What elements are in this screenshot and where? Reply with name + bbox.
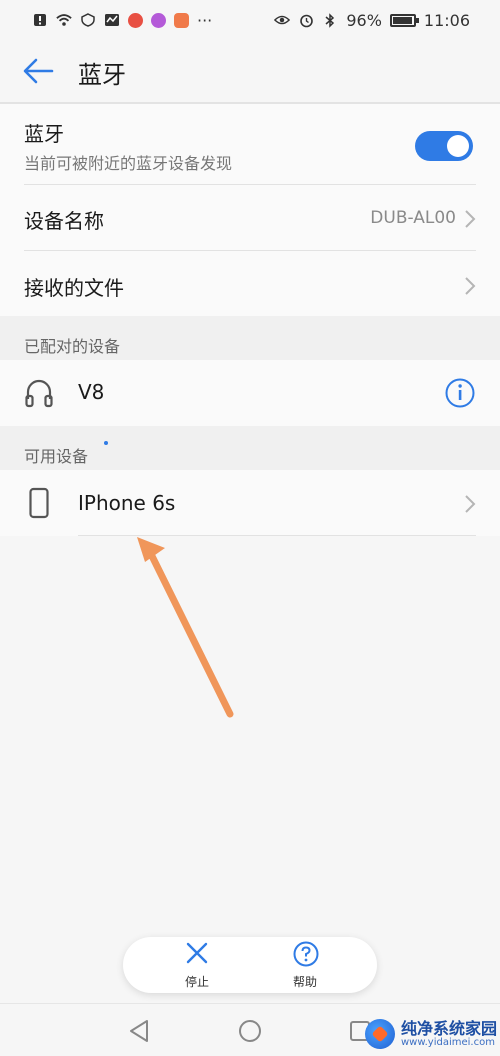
watermark-text: 纯净系统家园 www.yidaimei.com	[401, 1020, 497, 1049]
info-icon	[445, 378, 475, 408]
alarm-icon	[298, 12, 314, 28]
scanning-indicator-icon	[104, 441, 108, 445]
chevron-right-icon	[465, 495, 476, 513]
paired-devices-title: 已配对的设备	[24, 337, 121, 356]
available-devices-title: 可用设备	[24, 447, 89, 466]
help-icon	[293, 941, 319, 967]
eye-icon	[274, 12, 291, 28]
bottom-action-bar: 停止 帮助	[123, 937, 377, 993]
alert-icon	[32, 12, 48, 28]
paired-device-name: V8	[78, 380, 105, 404]
paired-devices-list: V8	[0, 360, 500, 426]
status-bar: ··· 96% 11:06	[0, 0, 500, 40]
available-devices-list: IPhone 6s	[0, 470, 500, 536]
paired-devices-header: 已配对的设备	[0, 316, 500, 360]
bluetooth-status-icon	[322, 12, 338, 28]
nav-back-icon[interactable]	[125, 1016, 155, 1046]
close-icon	[186, 942, 208, 964]
chevron-right-icon	[465, 277, 476, 295]
headphones-icon	[25, 379, 53, 408]
site-watermark: 纯净系统家园 www.yidaimei.com	[365, 1014, 497, 1054]
available-devices-header: 可用设备	[0, 426, 500, 470]
help-button[interactable]: 帮助	[265, 937, 345, 993]
bluetooth-description: 当前可被附近的蓝牙设备发现	[24, 154, 233, 173]
wifi-icon	[56, 12, 72, 28]
available-device-item[interactable]: IPhone 6s	[0, 470, 500, 536]
status-right-icons: 96% 11:06	[274, 11, 470, 30]
page-title: 蓝牙	[78, 61, 126, 89]
purple-app-icon	[151, 12, 166, 28]
app-header: 蓝牙	[0, 40, 500, 102]
device-name-value: DUB-AL00	[370, 208, 456, 228]
row-divider	[78, 535, 476, 536]
phone-icon	[29, 487, 49, 519]
back-arrow-icon	[23, 58, 54, 84]
bluetooth-toggle-switch[interactable]	[415, 131, 473, 161]
clock: 11:06	[423, 10, 470, 30]
shield-icon	[80, 12, 96, 28]
device-name-label: 设备名称	[24, 209, 104, 233]
status-left-icons: ···	[32, 11, 212, 30]
paired-device-item[interactable]: V8	[0, 360, 500, 426]
weibo-app-icon	[128, 12, 143, 28]
bluetooth-label: 蓝牙	[24, 122, 64, 146]
more-notifications-icon: ···	[197, 10, 213, 30]
activity-icon	[104, 12, 120, 28]
battery-icon	[389, 13, 419, 27]
back-button[interactable]	[22, 58, 54, 84]
stop-label: 停止	[184, 975, 209, 989]
watermark-name: 纯净系统家园	[401, 1018, 498, 1038]
orange-app-icon	[174, 12, 189, 28]
nav-home-icon[interactable]	[235, 1016, 265, 1046]
device-info-button[interactable]	[444, 377, 476, 409]
available-device-name: IPhone 6s	[78, 491, 176, 515]
toggle-knob	[447, 135, 469, 157]
stop-button[interactable]: 停止	[157, 937, 237, 993]
watermark-logo-icon	[365, 1019, 395, 1049]
received-files-label: 接收的文件	[24, 276, 124, 300]
battery-percent: 96%	[346, 10, 382, 30]
watermark-url: www.yidaimei.com	[401, 1037, 495, 1049]
received-files-row[interactable]: 接收的文件	[0, 251, 500, 316]
device-name-row[interactable]: 设备名称 DUB-AL00	[0, 185, 500, 251]
chevron-right-icon	[465, 210, 476, 228]
help-label: 帮助	[292, 975, 317, 989]
